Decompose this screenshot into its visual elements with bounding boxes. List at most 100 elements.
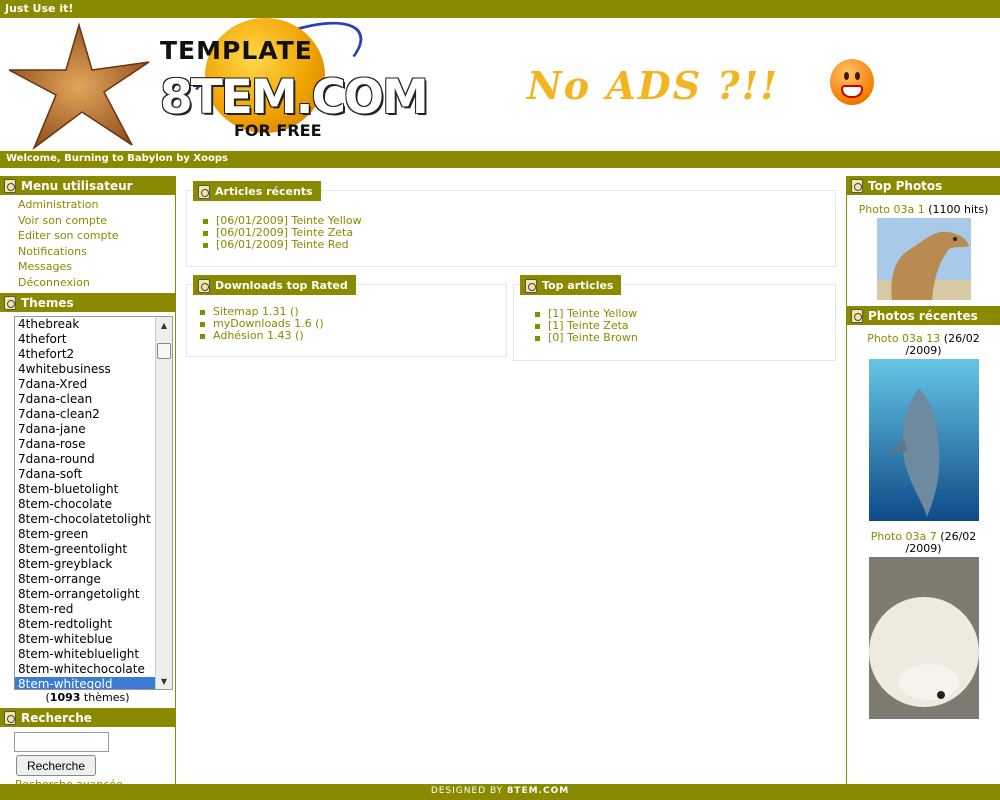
theme-option[interactable]: 8tem-greentolight bbox=[15, 542, 172, 557]
theme-option[interactable]: 8tem-redtolight bbox=[15, 617, 172, 632]
camel-photo[interactable] bbox=[876, 218, 971, 300]
themes-scrollbar[interactable]: ▲ ▼ bbox=[155, 317, 172, 689]
top-photos-title: Top Photos bbox=[868, 178, 943, 193]
download-link[interactable]: Adhésion 1.43 () bbox=[213, 329, 304, 342]
footer-brand: 8TEM.COM bbox=[507, 786, 570, 796]
downloads-list: Sitemap 1.31 () myDownloads 1.6 () Adhés… bbox=[187, 306, 506, 342]
header-banner: TEMPLATE 8TEM.COM FOR FREE No ADS ?!! bbox=[0, 18, 1000, 151]
block-icon bbox=[4, 710, 16, 725]
theme-option[interactable]: 4thefort bbox=[15, 332, 172, 347]
top-articles-panel: Top articles [1] Teinte Yellow [1] Teint… bbox=[513, 275, 836, 361]
themes-listbox[interactable]: 4thebreak 4thefort 4thefort2 4whitebusin… bbox=[14, 316, 173, 690]
article-link[interactable]: [06/01/2009] Teinte Red bbox=[216, 238, 349, 251]
theme-option[interactable]: 8tem-whitebluelight bbox=[15, 647, 172, 662]
themes-title: Themes bbox=[21, 295, 74, 310]
user-menu-header: Menu utilisateur bbox=[0, 176, 175, 195]
polar-bear-photo[interactable] bbox=[868, 557, 979, 719]
theme-option[interactable]: 8tem-red bbox=[15, 602, 172, 617]
welcome-bar: Welcome, Burning to Babylon by Xoops bbox=[0, 151, 1000, 168]
user-menu: Administration Voir son compte Editer so… bbox=[0, 195, 175, 293]
top-bar-text: Just Use it! bbox=[5, 2, 74, 15]
block-icon bbox=[4, 295, 16, 310]
theme-option[interactable]: 4thefort2 bbox=[15, 347, 172, 362]
themes-count-number: 1093 bbox=[49, 691, 81, 704]
top-articles-title: Top articles bbox=[542, 279, 614, 292]
downloads-title: Downloads top Rated bbox=[215, 279, 348, 292]
theme-option[interactable]: 8tem-greyblack bbox=[15, 557, 172, 572]
search-button[interactable]: Recherche bbox=[16, 755, 96, 776]
recent-photo-date-1a: (26/02 bbox=[943, 332, 980, 345]
theme-option[interactable]: 7dana-Xred bbox=[15, 377, 172, 392]
downloads-tab: Downloads top Rated bbox=[193, 275, 356, 295]
theme-option[interactable]: 8tem-bluetolight bbox=[15, 482, 172, 497]
theme-option[interactable]: 7dana-clean bbox=[15, 392, 172, 407]
logo-main-text: 8TEM.COM bbox=[160, 70, 429, 125]
menu-item-notifications[interactable]: Notifications bbox=[0, 244, 175, 260]
scroll-thumb[interactable] bbox=[157, 343, 171, 359]
menu-item-messages[interactable]: Messages bbox=[0, 259, 175, 275]
theme-option[interactable]: 7dana-soft bbox=[15, 467, 172, 482]
search-input[interactable] bbox=[14, 732, 109, 752]
article-link[interactable]: [0] Teinte Brown bbox=[548, 331, 638, 344]
top-articles-tab: Top articles bbox=[520, 275, 622, 295]
theme-option[interactable]: 4whitebusiness bbox=[15, 362, 172, 377]
menu-item-logout[interactable]: Déconnexion bbox=[0, 275, 175, 291]
recent-articles-title: Articles récents bbox=[215, 185, 313, 198]
menu-item-administration[interactable]: Administration bbox=[0, 197, 175, 213]
footer-prefix: DESIGNED BY bbox=[430, 786, 504, 796]
theme-option[interactable]: 8tem-chocolatetolight bbox=[15, 512, 172, 527]
themes-count: (1093 thèmes) bbox=[45, 691, 130, 704]
logo-template-text: TEMPLATE bbox=[160, 36, 313, 65]
menu-item-view-account[interactable]: Voir son compte bbox=[0, 213, 175, 229]
search-title: Recherche bbox=[21, 710, 92, 725]
theme-option[interactable]: 7dana-rose bbox=[15, 437, 172, 452]
top-bar: Just Use it! bbox=[0, 0, 1000, 18]
theme-option[interactable]: 8tem-orrange bbox=[15, 572, 172, 587]
block-icon bbox=[851, 308, 863, 323]
recent-photo-caption-2: Photo 03a 7 (26/02 /2009) bbox=[847, 531, 1000, 555]
theme-option[interactable]: 8tem-orrangetolight bbox=[15, 587, 172, 602]
smiley-icon bbox=[830, 59, 874, 105]
theme-option[interactable]: 7dana-round bbox=[15, 452, 172, 467]
recent-photos-header: Photos récentes bbox=[847, 306, 1000, 325]
logo-forfree-text: FOR FREE bbox=[234, 121, 322, 140]
recent-articles-tab: Articles récents bbox=[193, 181, 321, 201]
theme-option[interactable]: 8tem-chocolate bbox=[15, 497, 172, 512]
theme-option[interactable]: 8tem-green bbox=[15, 527, 172, 542]
theme-option-selected[interactable]: 8tem-whitegold bbox=[15, 677, 172, 689]
menu-item-edit-account[interactable]: Editer son compte bbox=[0, 228, 175, 244]
block-icon bbox=[4, 178, 16, 193]
theme-option[interactable]: 7dana-jane bbox=[15, 422, 172, 437]
theme-option[interactable]: 8tem-whiteblue bbox=[15, 632, 172, 647]
recent-articles-panel: Articles récents [06/01/2009] Teinte Yel… bbox=[186, 181, 836, 267]
downloads-panel: Downloads top Rated Sitemap 1.31 () myDo… bbox=[186, 275, 507, 357]
recent-photo-caption-1: Photo 03a 13 (26/02 /2009) bbox=[847, 333, 1000, 357]
block-icon bbox=[198, 278, 210, 293]
recent-photos-title: Photos récentes bbox=[868, 308, 978, 323]
theme-option[interactable]: 7dana-clean2 bbox=[15, 407, 172, 422]
search-header: Recherche bbox=[0, 708, 175, 727]
recent-photo-date-1b: /2009) bbox=[905, 344, 942, 357]
themes-count-suffix: thèmes bbox=[83, 691, 126, 704]
welcome-text: Welcome, Burning to Babylon by Xoops bbox=[6, 153, 228, 164]
user-menu-title: Menu utilisateur bbox=[21, 178, 133, 193]
recent-photo-date-2b: /2009) bbox=[905, 542, 942, 555]
top-photo-link[interactable]: Photo 03a 1 bbox=[859, 203, 925, 216]
top-photos-header: Top Photos bbox=[847, 176, 1000, 195]
scroll-down-icon[interactable]: ▼ bbox=[156, 673, 172, 689]
footer-bar: DESIGNED BY 8TEM.COM bbox=[0, 784, 1000, 800]
theme-option[interactable]: 4thebreak bbox=[15, 317, 172, 332]
banner-text: No ADS ?!! bbox=[527, 63, 780, 108]
recent-articles-list: [06/01/2009] Teinte Yellow [06/01/2009] … bbox=[187, 215, 835, 251]
block-icon bbox=[198, 184, 210, 199]
top-articles-list: [1] Teinte Yellow [1] Teinte Zeta [0] Te… bbox=[514, 308, 835, 344]
right-sidebar: Top Photos Photo 03a 1 (1100 hits) Photo… bbox=[846, 176, 1000, 784]
left-sidebar: Menu utilisateur Administration Voir son… bbox=[0, 176, 176, 791]
scroll-up-icon[interactable]: ▲ bbox=[156, 317, 172, 333]
dolphin-photo[interactable] bbox=[868, 359, 979, 521]
list-item: Adhésion 1.43 () bbox=[197, 330, 506, 342]
block-icon bbox=[851, 178, 863, 193]
themes-header: Themes bbox=[0, 293, 175, 312]
top-photo-hits: (1100 hits) bbox=[928, 203, 989, 216]
theme-option[interactable]: 8tem-whitechocolate bbox=[15, 662, 172, 677]
